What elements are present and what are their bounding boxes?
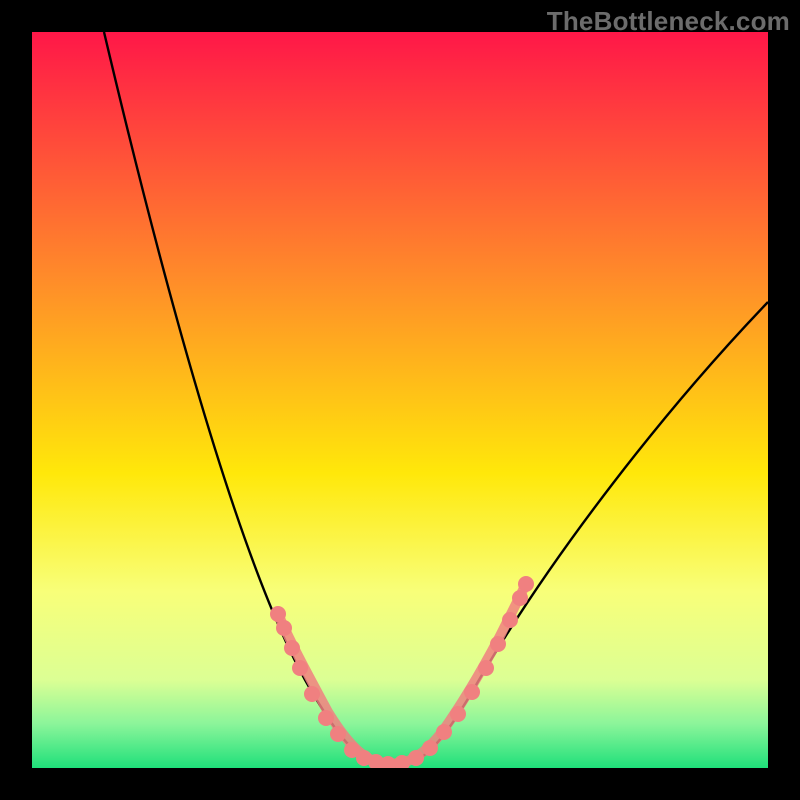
- scatter-point: [330, 726, 346, 742]
- plot-area: [32, 32, 768, 768]
- scatter-point: [304, 686, 320, 702]
- scatter-point: [464, 684, 480, 700]
- gradient-background: [32, 32, 768, 768]
- chart-frame: TheBottleneck.com: [0, 0, 800, 800]
- scatter-point: [422, 740, 438, 756]
- scatter-point: [490, 636, 506, 652]
- chart-svg: [32, 32, 768, 768]
- scatter-point: [270, 606, 286, 622]
- scatter-point: [450, 706, 466, 722]
- scatter-point: [436, 724, 452, 740]
- scatter-point: [276, 620, 292, 636]
- watermark-text: TheBottleneck.com: [547, 6, 790, 37]
- scatter-point: [502, 612, 518, 628]
- scatter-point: [478, 660, 494, 676]
- scatter-point: [292, 660, 308, 676]
- scatter-point: [284, 640, 300, 656]
- scatter-point: [318, 710, 334, 726]
- scatter-point: [518, 576, 534, 592]
- scatter-point: [512, 590, 528, 606]
- scatter-point: [408, 750, 424, 766]
